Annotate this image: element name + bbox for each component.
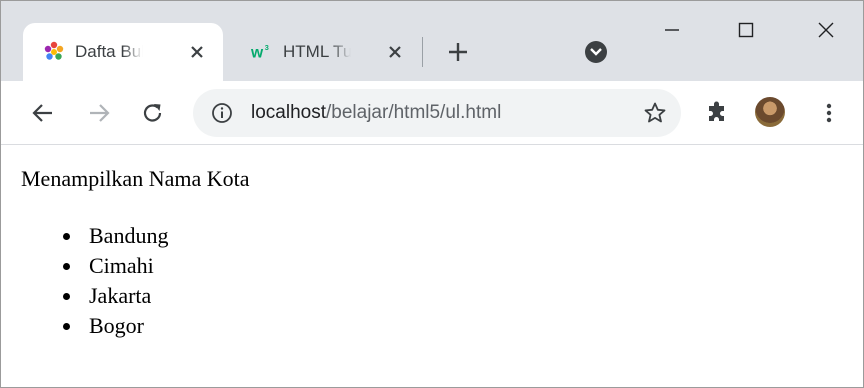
svg-text:3: 3 (265, 43, 269, 52)
tab-separator (422, 37, 423, 67)
url-path: /belajar/html5/ul.html (326, 102, 502, 123)
minimize-button[interactable] (649, 15, 695, 45)
kebab-menu-icon[interactable] (815, 99, 843, 127)
profile-avatar[interactable] (755, 97, 785, 127)
tab-title: Dafta Bull (75, 42, 143, 61)
bookmark-star-icon[interactable] (643, 101, 667, 125)
maximize-icon (738, 22, 754, 38)
close-window-button[interactable] (803, 15, 849, 45)
address-bar[interactable]: localhost/belajar/html5/ul.html (193, 89, 681, 137)
extensions-puzzle-icon[interactable] (705, 101, 729, 125)
tab-search-button[interactable] (585, 41, 607, 63)
chevron-down-icon (590, 48, 602, 56)
plus-icon (449, 43, 467, 61)
forward-button[interactable] (83, 97, 115, 129)
back-button[interactable] (27, 97, 59, 129)
url-text[interactable]: localhost/belajar/html5/ul.html (251, 101, 501, 125)
browser-toolbar: localhost/belajar/html5/ul.html (1, 81, 863, 145)
page-heading: Menampilkan Nama Kota (21, 166, 250, 191)
close-icon (818, 22, 834, 38)
minimize-icon (665, 29, 679, 31)
list-item: Bandung (61, 221, 168, 251)
reload-button[interactable] (137, 97, 169, 129)
list-item: Jakarta (61, 281, 168, 311)
puzzle-flower-icon (43, 41, 65, 63)
tab-strip: Dafta Bull w 3 HTML Tut (1, 1, 863, 81)
w3schools-icon: w 3 (251, 41, 273, 63)
reload-icon (143, 104, 162, 122)
close-tab-icon[interactable] (187, 42, 207, 62)
url-host: localhost (251, 102, 326, 123)
svg-text:w: w (251, 45, 264, 62)
info-icon[interactable] (211, 102, 233, 124)
page-content: Menampilkan Nama Kota Bandung Cimahi Jak… (1, 146, 863, 387)
list-item: Cimahi (61, 251, 168, 281)
tab-inactive[interactable]: w 3 HTML Tut (231, 23, 421, 81)
maximize-button[interactable] (723, 15, 769, 45)
close-tab-icon[interactable] (385, 42, 405, 62)
city-list: Bandung Cimahi Jakarta Bogor (61, 221, 168, 341)
list-item: Bogor (61, 311, 168, 341)
arrow-left-icon (32, 104, 52, 122)
new-tab-button[interactable] (441, 35, 475, 69)
arrow-right-icon (90, 104, 110, 122)
browser-window: Dafta Bull w 3 HTML Tut localhost/belaja… (0, 0, 864, 388)
tab-active[interactable]: Dafta Bull (23, 23, 223, 81)
tab-title: HTML Tut (283, 42, 351, 61)
